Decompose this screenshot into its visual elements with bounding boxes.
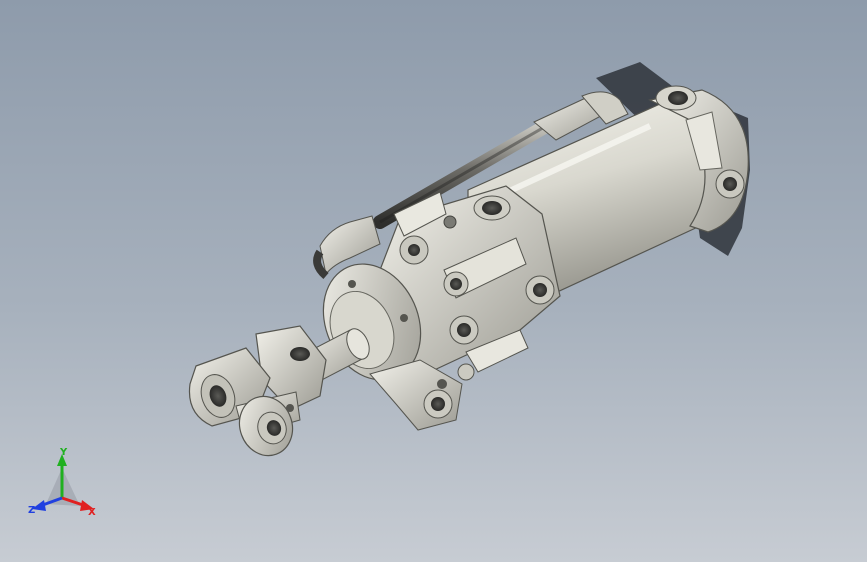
- z-axis-label: Z: [28, 505, 36, 516]
- lower-mount: [369, 359, 463, 431]
- y-axis-label: Y: [60, 447, 68, 458]
- coordinate-triad: Y X Z: [24, 448, 104, 524]
- x-axis-label: X: [88, 507, 96, 518]
- graphics-viewport[interactable]: Y X Z: [0, 0, 867, 562]
- rod-clevis: [188, 325, 327, 457]
- cylinder-model[interactable]: [0, 0, 867, 562]
